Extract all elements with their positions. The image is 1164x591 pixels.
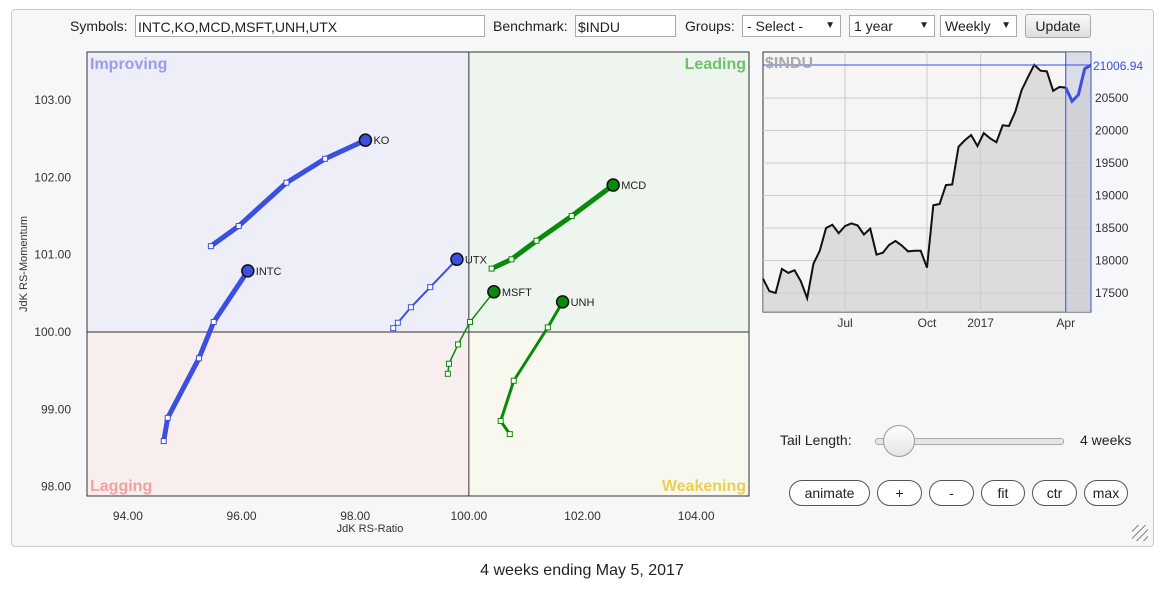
benchmark-x-tick: 2017 [967, 316, 994, 330]
head-point [358, 133, 373, 147]
tail-point [407, 304, 414, 311]
tail-point [322, 155, 329, 162]
tail-point [510, 377, 517, 384]
tail-point [444, 370, 451, 377]
fit-button[interactable]: fit [981, 480, 1025, 506]
tail-point [445, 360, 452, 367]
tail-point [427, 284, 434, 291]
benchmark-y-tick: 19500 [1095, 156, 1129, 170]
symbol-label: INTC [256, 266, 282, 278]
y-tick-label: 100.00 [34, 325, 71, 339]
benchmark-y-tick: 20000 [1095, 124, 1129, 138]
tail-point [390, 325, 397, 332]
center-button[interactable]: ctr [1032, 480, 1077, 506]
tail-point [394, 319, 401, 326]
x-tick-label: 102.00 [564, 509, 601, 523]
benchmark-y-tick: 20500 [1095, 91, 1129, 105]
tail-point [497, 417, 504, 424]
benchmark-y-tick: 17500 [1095, 286, 1129, 300]
x-tick-label: 104.00 [678, 509, 715, 523]
tail-point [235, 223, 242, 230]
tail-point [544, 324, 551, 331]
tail-length-slider-thumb[interactable] [883, 425, 915, 457]
quadrant-lagging [87, 332, 469, 496]
head-point [487, 285, 501, 299]
tail-point [533, 237, 540, 244]
tail-point [207, 243, 214, 250]
benchmark-x-tick: Apr [1056, 316, 1075, 330]
benchmark-y-tick: 18500 [1095, 221, 1129, 235]
symbol-label: KO [373, 135, 389, 147]
symbol-label: MCD [621, 180, 646, 192]
quadrant-weakening [468, 332, 749, 496]
tail-point [506, 431, 513, 438]
last-value-label: 21006.94 [1093, 59, 1143, 73]
y-tick-label: 98.00 [41, 480, 71, 494]
tail-length-label: Tail Length: [780, 432, 852, 448]
y-tick-label: 102.00 [34, 170, 71, 184]
tail-point [455, 341, 462, 348]
symbol-label: MSFT [502, 287, 532, 299]
quadrant-label-improving: Improving [90, 56, 167, 73]
x-tick-label: 94.00 [113, 509, 143, 523]
head-point [606, 178, 620, 192]
head-point [450, 252, 464, 267]
x-tick-label: 100.00 [451, 509, 488, 523]
zoom-out-button[interactable]: - [929, 480, 974, 506]
y-tick-label: 103.00 [34, 93, 71, 107]
caption: 4 weeks ending May 5, 2017 [480, 562, 684, 579]
y-tick-label: 101.00 [34, 248, 71, 262]
zoom-in-button[interactable]: + [877, 480, 922, 506]
x-axis-label: JdK RS-Ratio [337, 523, 404, 535]
resize-handle[interactable] [1132, 525, 1148, 541]
tail-point [466, 318, 473, 325]
max-button[interactable]: max [1084, 480, 1128, 506]
tail-point [488, 265, 495, 272]
tail-point [160, 438, 167, 445]
tail-point [283, 179, 290, 186]
symbol-label: UTX [465, 254, 488, 266]
benchmark-title: $INDU [765, 55, 813, 72]
benchmark-x-tick: Oct [918, 316, 937, 330]
animate-button[interactable]: animate [789, 480, 870, 506]
benchmark-y-tick: 18000 [1095, 254, 1129, 268]
tail-point [568, 212, 575, 219]
x-tick-label: 96.00 [227, 509, 257, 523]
quadrant-label-lagging: Lagging [90, 478, 152, 495]
symbol-label: UNH [571, 297, 595, 309]
x-tick-label: 98.00 [340, 509, 370, 523]
y-tick-label: 99.00 [41, 402, 71, 416]
tail-length-value: 4 weeks [1080, 432, 1132, 448]
benchmark-x-tick: Jul [837, 316, 852, 330]
head-point [555, 295, 570, 309]
quadrant-label-weakening: Weakening [662, 478, 746, 495]
rrg-chart: Improving Leading Lagging Weakening 94.00 96.… [18, 51, 1143, 535]
benchmark-y-tick: 19000 [1095, 189, 1129, 203]
tail-point [210, 318, 217, 325]
tail-point [195, 355, 202, 362]
tail-point [164, 414, 171, 421]
head-point [241, 264, 255, 278]
tail-point [508, 256, 515, 263]
y-axis-label: JdK RS-Momentum [18, 216, 30, 312]
quadrant-label-leading: Leading [685, 56, 746, 73]
